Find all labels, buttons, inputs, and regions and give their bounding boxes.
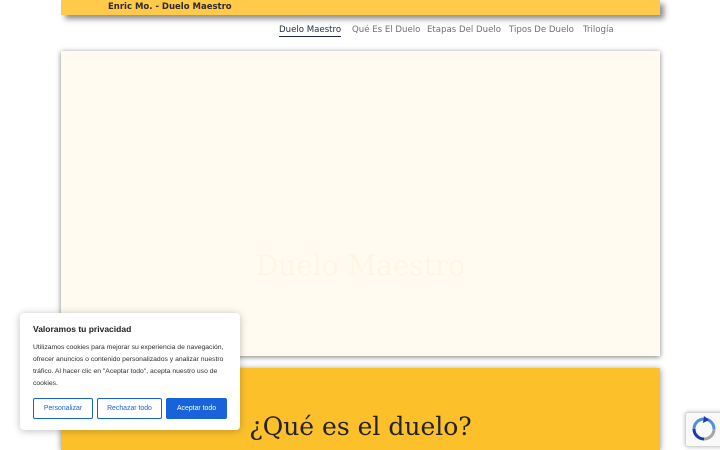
reject-all-button[interactable]: Rechazar todo: [97, 398, 162, 419]
accept-all-button[interactable]: Aceptar todo: [166, 398, 227, 419]
cookie-text: Utilizamos cookies para mejorar su exper…: [33, 344, 224, 387]
cookie-title: Valoramos tu privacidad: [33, 324, 132, 334]
hero-section: Duelo Maestro: [61, 51, 660, 356]
nav-item-tipos-de-duelo[interactable]: Tipos De Duelo: [509, 25, 574, 35]
top-bar: Enric Mo. - Duelo Maestro: [61, 0, 660, 15]
recaptcha-badge[interactable]: [685, 412, 720, 447]
hero-heading: Duelo Maestro: [255, 249, 466, 282]
customize-button[interactable]: Personalizar: [33, 398, 93, 419]
nav-item-que-es-el-duelo[interactable]: Qué Es El Duelo: [352, 25, 420, 35]
nav-item-trilogia[interactable]: Trilogía: [583, 25, 614, 35]
nav-item-etapas-del-duelo[interactable]: Etapas Del Duelo: [427, 25, 501, 35]
nav-item-duelo-maestro[interactable]: Duelo Maestro: [279, 25, 342, 37]
recaptcha-icon: [692, 416, 716, 441]
cookie-consent-banner: Valoramos tu privacidad Utilizamos cooki…: [20, 313, 240, 430]
site-title[interactable]: Enric Mo. - Duelo Maestro: [108, 2, 232, 12]
